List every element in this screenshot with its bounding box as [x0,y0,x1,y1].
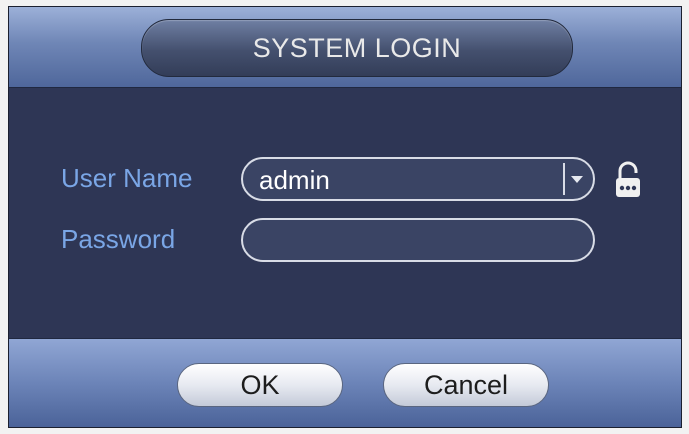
login-dialog: SYSTEM LOGIN User Name admin Password OK… [8,6,682,428]
username-dropdown[interactable]: admin [241,157,595,201]
title-bar: SYSTEM LOGIN [9,7,681,88]
chevron-down-icon[interactable] [563,163,589,195]
username-label: User Name [61,163,193,193]
dialog-title: SYSTEM LOGIN [252,32,462,63]
password-label: Password [61,224,176,254]
username-value: admin [259,165,330,195]
password-field[interactable] [241,218,595,262]
cancel-button[interactable]: Cancel [383,363,549,407]
ok-button[interactable]: OK [177,363,343,407]
footer-bar: OK Cancel [9,338,681,427]
title-pill: SYSTEM LOGIN [141,19,573,77]
lock-icon[interactable] [613,160,643,200]
